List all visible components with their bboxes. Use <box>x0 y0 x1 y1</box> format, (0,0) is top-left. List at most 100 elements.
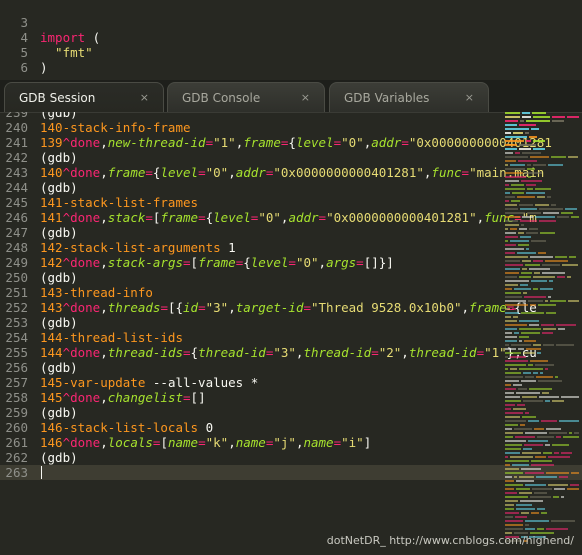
minimap-stroke <box>505 116 520 118</box>
tab-gdb-console[interactable]: GDB Console × <box>167 82 325 112</box>
minimap-stroke <box>505 516 513 518</box>
minimap-stroke <box>518 388 527 390</box>
minimap-stroke <box>551 204 556 206</box>
minimap-stroke <box>523 448 532 450</box>
line-number: 262 <box>5 450 28 465</box>
source-editor[interactable]: 3 import ( 4 "fmt" 5 ) 6 7 func main() { <box>0 0 582 78</box>
minimap-stroke <box>526 184 536 186</box>
minimap-stroke <box>528 176 531 178</box>
minimap-stroke <box>524 444 543 446</box>
minimap-stroke <box>520 120 524 122</box>
minimap-stroke <box>528 440 548 442</box>
close-icon[interactable]: × <box>465 83 474 113</box>
tab-gdb-session[interactable]: GDB Session × <box>4 82 164 112</box>
line-number: 240 <box>5 120 28 135</box>
minimap-stroke <box>528 364 533 366</box>
minimap-stroke <box>505 344 509 346</box>
minimap-stroke <box>511 200 520 202</box>
minimap-stroke <box>539 220 556 222</box>
minimap-stroke <box>529 228 538 230</box>
minimap-stroke <box>557 276 565 278</box>
gdb-session-pane[interactable]: 239 (gdb) 240 140-stack-info-frame 241 139^do… <box>0 112 582 555</box>
minimap-stroke <box>505 128 529 130</box>
minimap-stroke <box>505 480 514 482</box>
line-number: 255 <box>5 345 28 360</box>
minimap-stroke <box>563 436 579 438</box>
minimap-stroke <box>517 404 525 406</box>
minimap-stroke <box>546 472 569 474</box>
minimap-stroke <box>542 332 553 334</box>
minimap-stroke <box>505 444 522 446</box>
minimap-stroke <box>505 316 511 318</box>
minimap-stroke <box>505 492 517 494</box>
line-number: 248 <box>5 240 28 255</box>
minimap-stroke <box>505 460 529 462</box>
minimap-stroke <box>505 204 517 206</box>
minimap-stroke <box>511 344 531 346</box>
minimap-stroke <box>505 272 519 274</box>
minimap-stroke <box>510 164 525 166</box>
minimap-stroke <box>516 488 530 490</box>
minimap-stroke <box>518 160 537 162</box>
close-icon[interactable]: × <box>140 83 149 113</box>
minimap-stroke <box>532 112 546 114</box>
minimap-stroke <box>545 300 548 302</box>
minimap-stroke <box>505 124 517 126</box>
minimap-stroke <box>505 424 518 426</box>
minimap-stroke <box>505 120 518 122</box>
session-text: (gdb) <box>40 450 78 465</box>
minimap-stroke <box>559 420 579 422</box>
minimap-stroke <box>561 396 579 398</box>
minimap-stroke <box>505 396 520 398</box>
minimap-stroke <box>505 308 510 310</box>
minimap-stroke <box>517 252 536 254</box>
session-text: 140^done,frame={level="0",addr="0x000000… <box>40 165 545 180</box>
minimap-stroke <box>561 212 573 214</box>
minimap-stroke <box>505 212 525 214</box>
minimap-stroke <box>505 152 513 154</box>
minimap-stroke <box>520 424 525 426</box>
minimap-stroke <box>505 496 528 498</box>
minimap[interactable] <box>505 112 580 552</box>
minimap-stroke <box>527 164 531 166</box>
minimap-stroke <box>505 192 510 194</box>
minimap-stroke <box>505 416 520 418</box>
minimap-stroke <box>505 348 516 350</box>
session-text: (gdb) <box>40 150 78 165</box>
minimap-stroke <box>519 328 541 330</box>
minimap-stroke <box>505 268 520 270</box>
minimap-stroke <box>524 296 546 298</box>
minimap-stroke <box>531 128 539 130</box>
minimap-stroke <box>519 320 539 322</box>
tab-label: GDB Console <box>182 91 261 105</box>
minimap-stroke <box>521 312 544 314</box>
minimap-stroke <box>519 124 536 126</box>
minimap-stroke <box>533 164 546 166</box>
minimap-stroke <box>538 380 562 382</box>
line-number: 257 <box>5 375 28 390</box>
minimap-stroke <box>569 432 572 434</box>
line-number: 263 <box>5 465 28 480</box>
minimap-stroke <box>521 332 540 334</box>
minimap-stroke <box>526 140 531 142</box>
minimap-stroke <box>554 452 559 454</box>
minimap-stroke <box>515 152 520 154</box>
tab-gdb-variables[interactable]: GDB Variables × <box>329 82 489 112</box>
minimap-stroke <box>546 528 568 530</box>
minimap-stroke <box>505 428 512 430</box>
close-icon[interactable]: × <box>301 83 310 113</box>
line-number: 252 <box>5 300 28 315</box>
minimap-stroke <box>520 236 531 238</box>
minimap-stroke <box>505 216 520 218</box>
minimap-stroke <box>556 324 576 326</box>
session-text: 143^done,threads=[{id="3",target-id="Thr… <box>40 300 537 315</box>
minimap-stroke <box>549 280 553 282</box>
minimap-stroke <box>521 468 541 470</box>
minimap-stroke <box>529 268 550 270</box>
minimap-stroke <box>505 292 521 294</box>
minimap-stroke <box>522 116 531 118</box>
source-line: 3 import ( <box>0 0 100 45</box>
session-text: (gdb) <box>40 112 78 120</box>
minimap-stroke <box>571 472 579 474</box>
line-number: 258 <box>5 390 28 405</box>
